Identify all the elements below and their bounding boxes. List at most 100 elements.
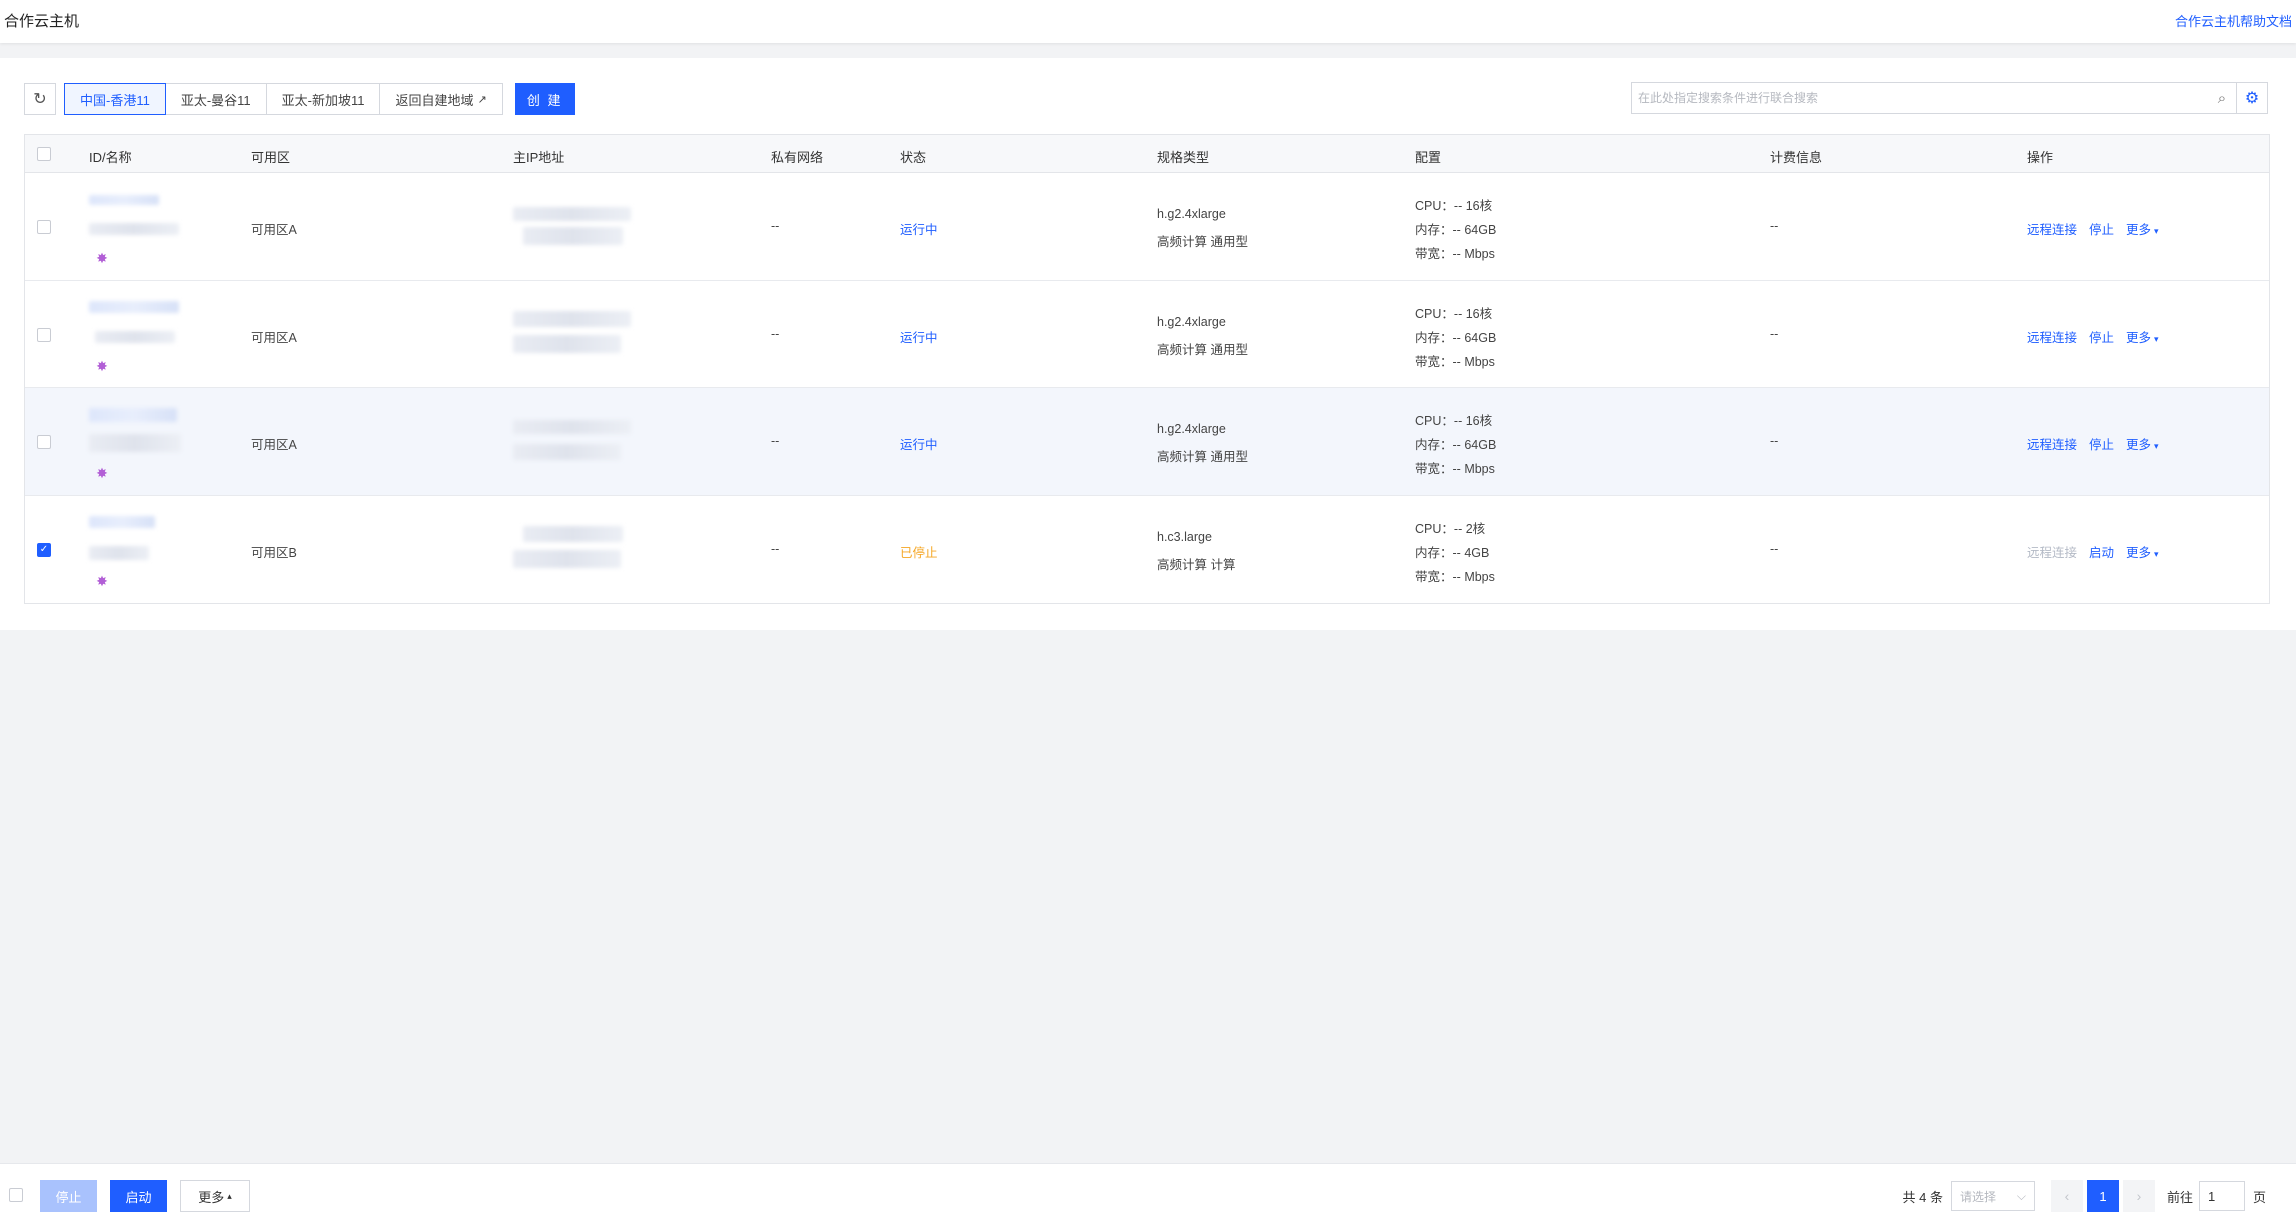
cpu-label: CPU： bbox=[1415, 521, 1454, 536]
start-link[interactable]: 启动 bbox=[2089, 542, 2114, 561]
table-header: ID/名称 可用区 主IP地址 私有网络 状态 规格类型 配置 计费信息 操作 bbox=[25, 135, 2269, 173]
instance-id-redacted[interactable] bbox=[89, 408, 177, 422]
spec-desc: 高频计算 通用型 bbox=[1157, 235, 1248, 249]
caret-up-icon: ▴ bbox=[227, 1190, 232, 1201]
page-size-select[interactable]: 请选择 ⌵ bbox=[1950, 1181, 2035, 1211]
check-icon: ✓ bbox=[39, 544, 49, 555]
table-row: ✓ ✸ 可用区B -- 已停止 h.c3.large 高频计算 计算 CPU：-… bbox=[25, 495, 2269, 603]
caret-down-icon: ▾ bbox=[2154, 548, 2159, 559]
stop-link[interactable]: 停止 bbox=[2089, 327, 2114, 346]
chevron-down-icon: ⌵ bbox=[2016, 1188, 2026, 1203]
mem-value: -- 4GB bbox=[1452, 545, 1490, 560]
search-icon[interactable]: ⌕ bbox=[2208, 90, 2236, 107]
vpc-cell: -- bbox=[771, 326, 780, 341]
region-tab-bangkok[interactable]: 亚太-曼谷11 bbox=[165, 83, 267, 115]
bulk-select-checkbox[interactable] bbox=[9, 1188, 23, 1202]
remote-connect-link[interactable]: 远程连接 bbox=[2027, 219, 2077, 238]
help-doc-link[interactable]: 合作云主机帮助文档 bbox=[2175, 11, 2292, 30]
remote-connect-link[interactable]: 远程连接 bbox=[2027, 434, 2077, 453]
create-button[interactable]: 创 建 bbox=[514, 83, 575, 115]
external-link-icon: ↗ bbox=[477, 93, 487, 106]
ip-redacted bbox=[513, 549, 621, 568]
more-dropdown[interactable]: 更多 ▾ bbox=[2126, 434, 2159, 453]
bulk-more-label: 更多 bbox=[198, 1189, 225, 1205]
col-header-billing: 计费信息 bbox=[1770, 150, 1823, 165]
prev-page-button[interactable]: ‹ bbox=[2050, 1180, 2083, 1212]
spec-cell: h.g2.4xlarge bbox=[1157, 314, 1226, 329]
more-dropdown[interactable]: 更多 ▾ bbox=[2126, 327, 2159, 346]
goto-label: 前往 bbox=[2166, 1189, 2193, 1205]
refresh-button[interactable]: ↻ bbox=[24, 83, 56, 115]
row-checkbox[interactable] bbox=[37, 435, 51, 449]
more-dropdown[interactable]: 更多 ▾ bbox=[2126, 219, 2159, 238]
stop-link[interactable]: 停止 bbox=[2089, 434, 2114, 453]
instance-id-redacted[interactable] bbox=[89, 195, 159, 205]
mem-label: 内存： bbox=[1415, 545, 1453, 560]
bw-value: -- Mbps bbox=[1452, 462, 1495, 476]
row-checkbox[interactable]: ✓ bbox=[37, 542, 51, 557]
cpu-value: -- 2核 bbox=[1453, 521, 1486, 536]
more-dropdown[interactable]: 更多 ▾ bbox=[2126, 542, 2159, 561]
ip-redacted bbox=[523, 227, 623, 245]
vpc-cell: -- bbox=[771, 541, 780, 556]
spec-desc: 高频计算 通用型 bbox=[1157, 450, 1248, 464]
instance-name-redacted bbox=[89, 545, 149, 560]
region-tab-label: 中国-香港11 bbox=[80, 92, 150, 108]
table-row: ✸ 可用区A -- 运行中 h.g2.4xlarge 高频计算 通用型 CPU：… bbox=[25, 388, 2269, 496]
region-tab-label: 亚太-新加坡11 bbox=[281, 92, 365, 108]
instance-tag-icon: ✸ bbox=[96, 250, 108, 266]
instance-id-redacted[interactable] bbox=[89, 300, 179, 313]
chevron-left-icon: ‹ bbox=[2064, 1188, 2070, 1204]
col-header-id: ID/名称 bbox=[89, 150, 132, 165]
instance-name-redacted bbox=[95, 330, 175, 343]
settings-button[interactable]: ⚙ bbox=[2236, 82, 2268, 114]
cpu-label: CPU： bbox=[1415, 306, 1454, 321]
bw-value: -- Mbps bbox=[1452, 569, 1495, 584]
next-page-button[interactable]: › bbox=[2122, 1180, 2155, 1212]
mem-value: -- 64GB bbox=[1452, 438, 1497, 452]
row-checkbox[interactable] bbox=[37, 327, 51, 342]
cpu-value: -- 16核 bbox=[1453, 306, 1493, 321]
remote-connect-link: 远程连接 bbox=[2027, 545, 2078, 560]
more-label: 更多 bbox=[2126, 223, 2152, 237]
billing-cell: -- bbox=[1770, 434, 1779, 448]
pagination: 共 4 条 请选择 ⌵ ‹ 1 › 前往 1 页 bbox=[1903, 1180, 2266, 1212]
mem-value: -- 64GB bbox=[1452, 223, 1497, 237]
gear-icon: ⚙ bbox=[2244, 90, 2260, 107]
zone-cell: 可用区A bbox=[251, 223, 297, 237]
row-checkbox[interactable] bbox=[37, 220, 51, 234]
row-actions: 远程连接 启动 更多 ▾ bbox=[2027, 542, 2159, 561]
select-all-checkbox[interactable] bbox=[37, 147, 51, 161]
col-header-spec: 规格类型 bbox=[1157, 150, 1210, 165]
billing-cell: -- bbox=[1770, 541, 1779, 556]
search-input[interactable] bbox=[1632, 83, 2208, 113]
caret-down-icon: ▾ bbox=[2154, 441, 2159, 451]
caret-down-icon: ▾ bbox=[2154, 226, 2159, 236]
goto-page-input[interactable]: 1 bbox=[2198, 1181, 2245, 1211]
bw-value: -- Mbps bbox=[1452, 354, 1495, 369]
remote-connect-link[interactable]: 远程连接 bbox=[2027, 327, 2077, 346]
region-tab-hongkong[interactable]: 中国-香港11 bbox=[64, 83, 166, 115]
page-title: 合作云主机 bbox=[4, 13, 80, 30]
page-number-button[interactable]: 1 bbox=[2086, 1180, 2119, 1212]
bulk-more-button[interactable]: 更多 ▴ bbox=[180, 1180, 250, 1212]
col-header-zone: 可用区 bbox=[251, 150, 291, 165]
instance-name-redacted bbox=[89, 434, 181, 452]
instance-tag-icon: ✸ bbox=[96, 357, 108, 374]
instance-table: ID/名称 可用区 主IP地址 私有网络 状态 规格类型 配置 计费信息 操作 … bbox=[24, 134, 2270, 604]
region-tab-singapore[interactable]: 亚太-新加坡11 bbox=[266, 83, 381, 115]
stop-link[interactable]: 停止 bbox=[2089, 219, 2114, 238]
toolbar: ↻ 中国-香港11 亚太-曼谷11 亚太-新加坡11 返回自建地域 ↗ 创 建 bbox=[24, 82, 575, 116]
more-label: 更多 bbox=[2126, 330, 2152, 345]
bw-label: 带宽： bbox=[1415, 569, 1453, 584]
more-label: 更多 bbox=[2126, 545, 2152, 560]
mem-label: 内存： bbox=[1415, 438, 1453, 452]
bulk-start-button[interactable]: 启动 bbox=[110, 1180, 167, 1212]
spec-desc: 高频计算 通用型 bbox=[1157, 342, 1248, 357]
spec-desc: 高频计算 计算 bbox=[1157, 557, 1236, 572]
zone-cell: 可用区A bbox=[251, 330, 297, 345]
region-tab-back-to-own[interactable]: 返回自建地域 ↗ bbox=[380, 83, 503, 115]
instance-id-redacted[interactable] bbox=[89, 515, 155, 528]
status-badge: 运行中 bbox=[900, 330, 938, 345]
table-row: ✸ 可用区A -- 运行中 h.g2.4xlarge 高频计算 通用型 CPU：… bbox=[25, 173, 2269, 281]
